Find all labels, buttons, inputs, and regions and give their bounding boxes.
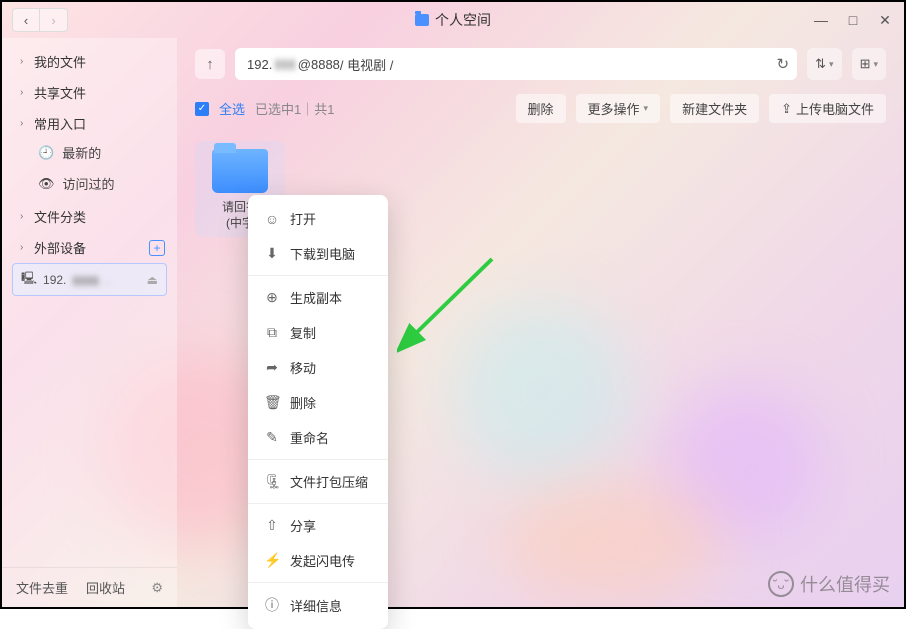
folder-icon <box>415 14 429 26</box>
more-actions-button[interactable]: 更多操作▾ <box>576 94 661 123</box>
close-button[interactable]: ✕ <box>876 11 894 29</box>
window-title-text: 个人空间 <box>435 10 491 30</box>
duplicate-icon: ⊕ <box>264 289 280 306</box>
titlebar: ‹ › 个人空间 — □ ✕ <box>2 2 904 38</box>
settings-gear-icon[interactable]: ⚙ <box>151 580 163 596</box>
address-bar[interactable]: 192.▮▮▮@8888 / 电视剧 / ↻ <box>235 48 797 80</box>
move-icon: ➦ <box>264 359 280 376</box>
go-up-button[interactable]: ↑ <box>195 49 225 79</box>
eye-icon: 👁 <box>38 176 55 192</box>
sidebar-footer: 文件去重 回收站 ⚙ <box>2 567 177 607</box>
device-icon: 🖳 <box>21 269 37 290</box>
reload-button[interactable]: ↻ <box>777 55 790 73</box>
add-device-button[interactable]: + <box>149 240 165 256</box>
ctx-compress[interactable]: 🗜文件打包压缩 <box>248 464 388 499</box>
sidebar-label: 访问过的 <box>63 174 115 193</box>
ctx-flash-transfer[interactable]: ⚡发起闪电传 <box>248 543 388 578</box>
sidebar-group-common[interactable]: ›常用入口 <box>2 106 177 137</box>
addr-path: / 电视剧 / <box>340 55 393 74</box>
maximize-button[interactable]: □ <box>844 11 862 29</box>
addr-host-prefix: 192. <box>247 57 272 72</box>
select-all-checkbox[interactable]: ✓ <box>195 102 209 116</box>
ctx-move[interactable]: ➦移动 <box>248 350 388 385</box>
selection-info: 已选中1｜共1 <box>255 99 334 118</box>
dedupe-link[interactable]: 文件去重 <box>16 578 68 597</box>
upload-label: 上传电脑文件 <box>796 99 874 118</box>
minimize-button[interactable]: — <box>812 11 830 29</box>
share-icon: ⇧ <box>264 517 280 534</box>
view-mode-button[interactable]: ⊞▾ <box>852 48 886 80</box>
device-ip-blur: ▮▮▮▮… <box>72 273 110 287</box>
more-label: 更多操作 <box>588 99 640 118</box>
sidebar-label: 共享文件 <box>34 83 86 102</box>
folder-icon <box>212 149 268 193</box>
sidebar-group-external[interactable]: ›外部设备+ <box>2 230 177 261</box>
device-ip-prefix: 192. <box>43 273 66 287</box>
sidebar-label: 最新的 <box>62 143 101 162</box>
sort-icon: ⇅ <box>815 56 826 72</box>
ctx-rename[interactable]: ✎重命名 <box>248 420 388 455</box>
copy-icon: ⧉ <box>264 324 280 341</box>
download-icon: ⬇ <box>264 245 280 262</box>
ctx-share[interactable]: ⇧分享 <box>248 508 388 543</box>
sidebar-item-recent[interactable]: 🕘 最新的 <box>2 137 177 168</box>
sidebar: ›我的文件 ›共享文件 ›常用入口 🕘最新的 👁访问过的 ›文件分类 ›外部设备… <box>2 38 177 607</box>
sidebar-group-categories[interactable]: ›文件分类 <box>2 199 177 230</box>
addr-host-suffix: @8888 <box>298 57 340 72</box>
upload-icon: ⇪ <box>781 101 792 117</box>
ctx-copy[interactable]: ⧉复制 <box>248 315 388 350</box>
upload-button[interactable]: ⇪上传电脑文件 <box>769 94 886 123</box>
sidebar-label: 我的文件 <box>34 52 86 71</box>
nav-forward-button[interactable]: › <box>40 8 68 32</box>
sidebar-label: 文件分类 <box>34 207 86 226</box>
app-window: ‹ › 个人空间 — □ ✕ ›我的文件 ›共享文件 ›常用入口 🕘最新的 👁访… <box>0 0 906 609</box>
context-menu: ☺打开 ⬇下载到电脑 ⊕生成副本 ⧉复制 ➦移动 🗑删除 ✎重命名 🗜文件打包压… <box>248 195 388 629</box>
sidebar-group-my-files[interactable]: ›我的文件 <box>2 44 177 75</box>
sort-button[interactable]: ⇅▾ <box>807 48 841 80</box>
sidebar-label: 外部设备 <box>34 238 86 257</box>
archive-icon: 🗜 <box>264 473 280 490</box>
window-title: 个人空间 <box>2 10 904 30</box>
bolt-icon: ⚡ <box>264 552 280 569</box>
eject-icon[interactable]: ⏏ <box>147 273 158 287</box>
new-folder-button[interactable]: 新建文件夹 <box>670 94 759 123</box>
grid-icon: ⊞ <box>860 56 871 72</box>
open-icon: ☺ <box>264 211 280 227</box>
sidebar-label: 常用入口 <box>34 114 86 133</box>
addr-host-blur: ▮▮▮ <box>272 56 297 72</box>
ctx-duplicate[interactable]: ⊕生成副本 <box>248 280 388 315</box>
select-all-label[interactable]: 全选 <box>219 99 245 118</box>
ctx-download[interactable]: ⬇下载到电脑 <box>248 236 388 271</box>
delete-button[interactable]: 删除 <box>516 94 566 123</box>
ctx-details[interactable]: ⓘ详细信息 <box>248 587 388 623</box>
rename-icon: ✎ <box>264 429 280 446</box>
clock-icon: 🕘 <box>38 145 54 161</box>
action-bar: ✓ 全选 已选中1｜共1 删除 更多操作▾ 新建文件夹 ⇪上传电脑文件 <box>195 94 886 123</box>
ctx-delete[interactable]: 🗑删除 <box>248 385 388 420</box>
ctx-open[interactable]: ☺打开 <box>248 201 388 236</box>
info-icon: ⓘ <box>264 595 280 615</box>
trash-icon: 🗑 <box>264 394 280 411</box>
nav-back-button[interactable]: ‹ <box>12 8 40 32</box>
sidebar-item-visited[interactable]: 👁 访问过的 <box>2 168 177 199</box>
recycle-bin-link[interactable]: 回收站 <box>86 578 125 597</box>
sidebar-device-item[interactable]: 🖳 192. ▮▮▮▮… ⏏ <box>12 263 167 296</box>
sidebar-group-shared[interactable]: ›共享文件 <box>2 75 177 106</box>
